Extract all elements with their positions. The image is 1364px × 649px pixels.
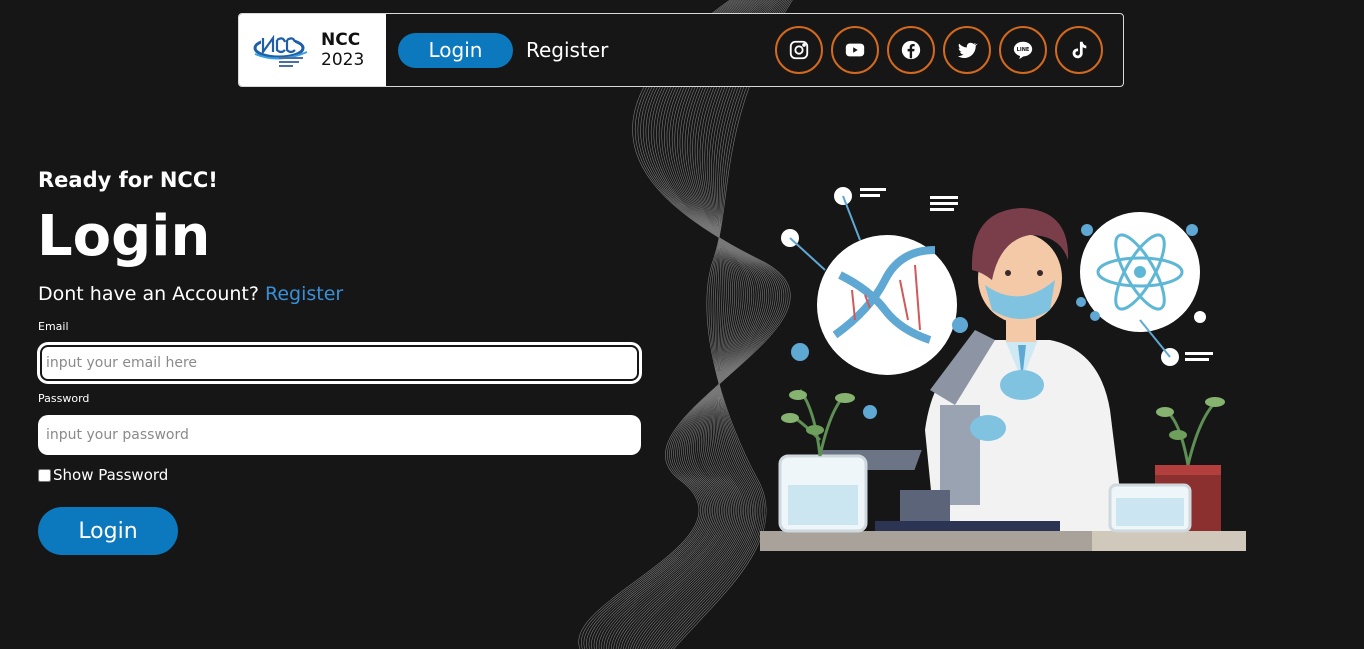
instagram-link[interactable] <box>775 26 823 74</box>
show-password-toggle[interactable]: Show Password <box>38 466 168 484</box>
youtube-link[interactable] <box>831 26 879 74</box>
nav-login-button[interactable]: Login <box>398 32 513 68</box>
register-link[interactable]: Register <box>265 283 343 305</box>
svg-text:LINE: LINE <box>1017 47 1030 53</box>
ncc-logo <box>253 34 308 67</box>
navbar: NCC 2023 Login Register LINE <box>238 13 1124 87</box>
tiktok-icon <box>1072 41 1087 59</box>
nav-register-link[interactable]: Register <box>526 38 608 62</box>
facebook-icon <box>901 40 921 60</box>
account-prompt: Dont have an Account? Register <box>38 283 343 305</box>
show-password-checkbox[interactable] <box>38 468 51 482</box>
show-password-label: Show Password <box>53 466 169 484</box>
brand[interactable]: NCC 2023 <box>239 14 386 86</box>
login-submit-button[interactable]: Login <box>38 507 178 555</box>
page-title: Login <box>37 204 211 269</box>
tiktok-link[interactable] <box>1055 26 1103 74</box>
twitter-icon <box>957 42 978 58</box>
line-link[interactable]: LINE <box>999 26 1047 74</box>
email-label: Email <box>38 320 69 333</box>
instagram-icon <box>789 40 809 60</box>
social-links: LINE <box>775 26 1103 74</box>
account-prompt-text: Dont have an Account? <box>38 283 259 305</box>
password-label: Password <box>38 392 90 405</box>
brand-name: NCC <box>321 29 361 50</box>
brand-year: 2023 <box>321 50 365 70</box>
scientist-illustration <box>760 187 1246 551</box>
email-field[interactable] <box>38 343 641 383</box>
line-icon: LINE <box>1013 41 1033 60</box>
facebook-link[interactable] <box>887 26 935 74</box>
youtube-icon <box>845 43 865 57</box>
tagline: Ready for NCC! <box>38 168 218 192</box>
password-field[interactable] <box>38 415 641 455</box>
twitter-link[interactable] <box>943 26 991 74</box>
